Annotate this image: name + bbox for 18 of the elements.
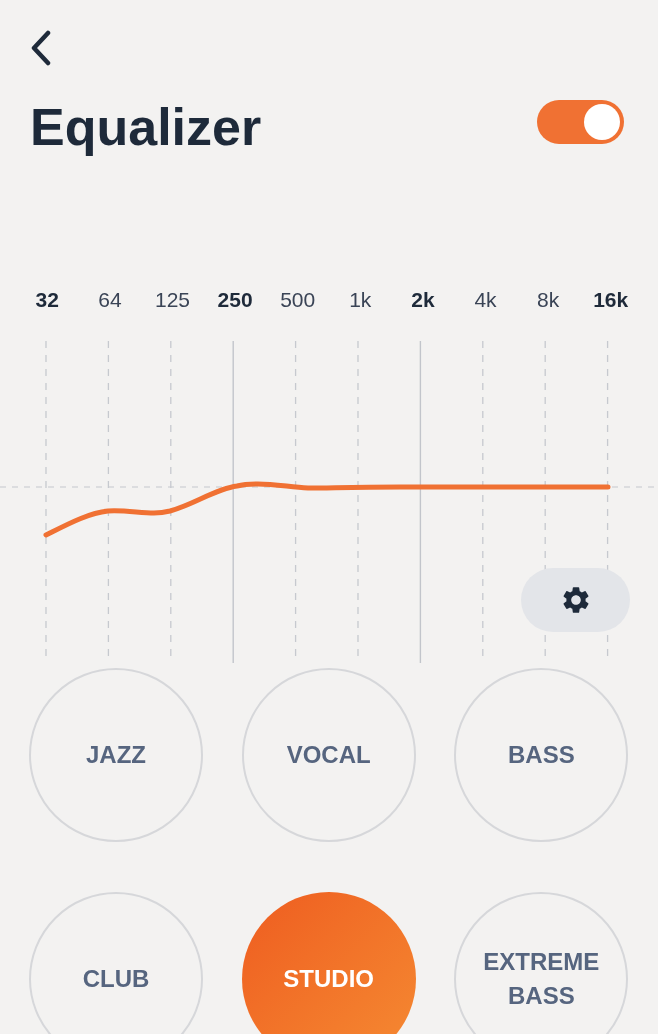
frequency-label: 2k (410, 288, 436, 312)
toggle-switch[interactable] (537, 100, 624, 144)
frequency-label: 16k (592, 288, 630, 312)
frequency-label: 32 (34, 288, 60, 312)
frequency-label: 4k (473, 288, 498, 312)
preset-button[interactable]: BASS (454, 668, 629, 842)
frequency-label: 125 (153, 288, 191, 312)
preset-button[interactable]: JAZZ (29, 668, 203, 842)
frequency-label: 1k (348, 288, 373, 312)
frequency-label: 64 (97, 288, 123, 312)
frequency-label: 8k (536, 288, 561, 312)
frequency-label: 500 (279, 288, 317, 312)
preset-button[interactable]: CLUB (29, 892, 203, 1034)
chevron-left-icon (30, 30, 52, 66)
frequency-label: 250 (216, 288, 254, 312)
preset-button[interactable]: EXTREME BASS (454, 892, 629, 1034)
preset-button[interactable]: STUDIO (241, 892, 416, 1034)
preset-button[interactable]: VOCAL (241, 668, 416, 842)
